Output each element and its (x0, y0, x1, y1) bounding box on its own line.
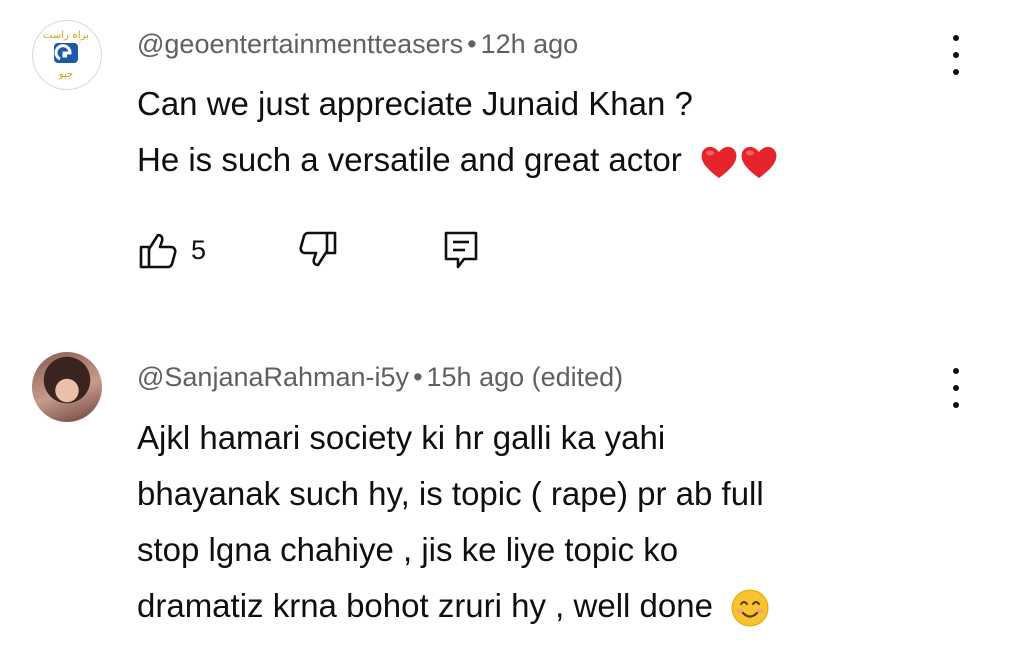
more-options-button[interactable] (945, 368, 967, 408)
comment-line: dramatiz krna bohot zruri hy , well done (137, 587, 713, 624)
comment-thread-2: @SanjanaRahman-i5y • 15h ago (edited) Ajkl… (0, 0, 1024, 649)
comment-line-with-emoji: dramatiz krna bohot zruri hy , well done (137, 578, 770, 634)
more-vert-icon-dot (953, 385, 959, 391)
meta-separator: • (413, 362, 423, 392)
user-avatar-sanjana[interactable] (32, 352, 102, 422)
more-vert-icon-dot (953, 402, 959, 408)
comment-body: Ajkl hamari society ki hr galli ka yahi … (137, 410, 770, 634)
comment-line: bhayanak such hy, is topic ( rape) pr ab… (137, 475, 764, 512)
more-vert-icon-dot (953, 368, 959, 374)
comment-meta: @SanjanaRahman-i5y • 15h ago (edited) (137, 362, 623, 393)
comment-time: 15h ago (edited) (426, 362, 624, 392)
author-handle[interactable]: @SanjanaRahman-i5y (137, 362, 409, 392)
smiling-face-emoji-icon (731, 589, 769, 627)
comment-line: stop lgna chahiye , jis ke liye topic ko (137, 531, 679, 568)
comment-line: Ajkl hamari society ki hr galli ka yahi (137, 419, 666, 456)
